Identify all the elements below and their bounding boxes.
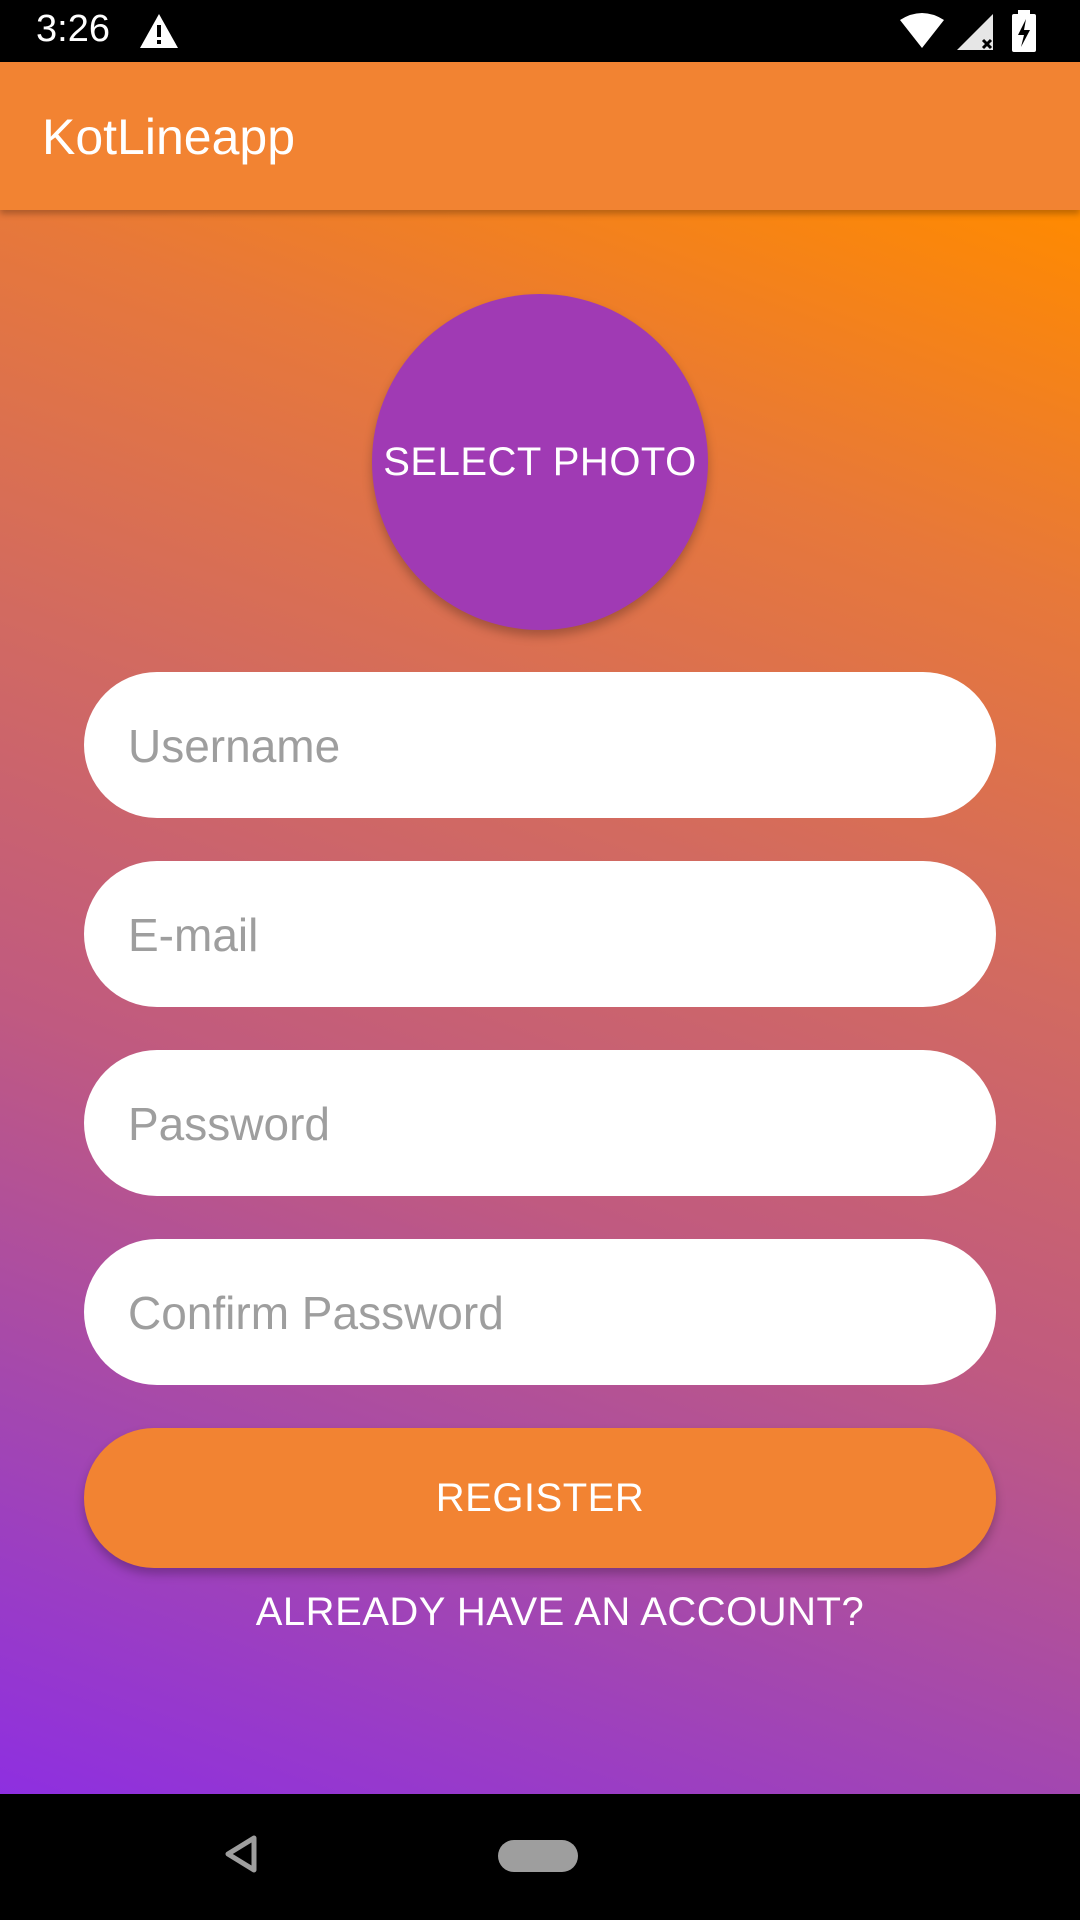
select-photo-button[interactable]: SELECT PHOTO xyxy=(372,294,708,630)
username-field-container xyxy=(84,672,1000,820)
back-icon[interactable] xyxy=(222,1834,258,1879)
status-bar: 3:26 xyxy=(0,0,1080,62)
confirm-password-field-container xyxy=(84,1239,1000,1387)
password-input[interactable] xyxy=(126,1050,1000,1198)
password-field-container xyxy=(84,1050,1000,1198)
status-time: 3:26 xyxy=(36,8,110,50)
app-bar: KotLineapp xyxy=(0,62,1080,210)
username-input[interactable] xyxy=(126,672,1000,820)
register-form: SELECT PHOTO REGISTER ALREADY HAVE AN AC… xyxy=(0,210,1080,1794)
app-title: KotLineapp xyxy=(42,109,296,165)
navigation-bar xyxy=(0,1794,1080,1920)
email-field-container xyxy=(84,861,1000,1009)
register-button[interactable]: REGISTER xyxy=(84,1428,996,1568)
email-input[interactable] xyxy=(126,861,1000,1009)
wifi-icon xyxy=(898,12,946,55)
signal-icon xyxy=(955,12,997,57)
warning-icon xyxy=(138,12,180,55)
already-have-account-link[interactable]: ALREADY HAVE AN ACCOUNT? xyxy=(0,1590,1080,1635)
confirm-password-input[interactable] xyxy=(126,1239,1000,1387)
battery-charging-icon xyxy=(1010,10,1038,59)
home-pill-icon[interactable] xyxy=(498,1840,578,1872)
